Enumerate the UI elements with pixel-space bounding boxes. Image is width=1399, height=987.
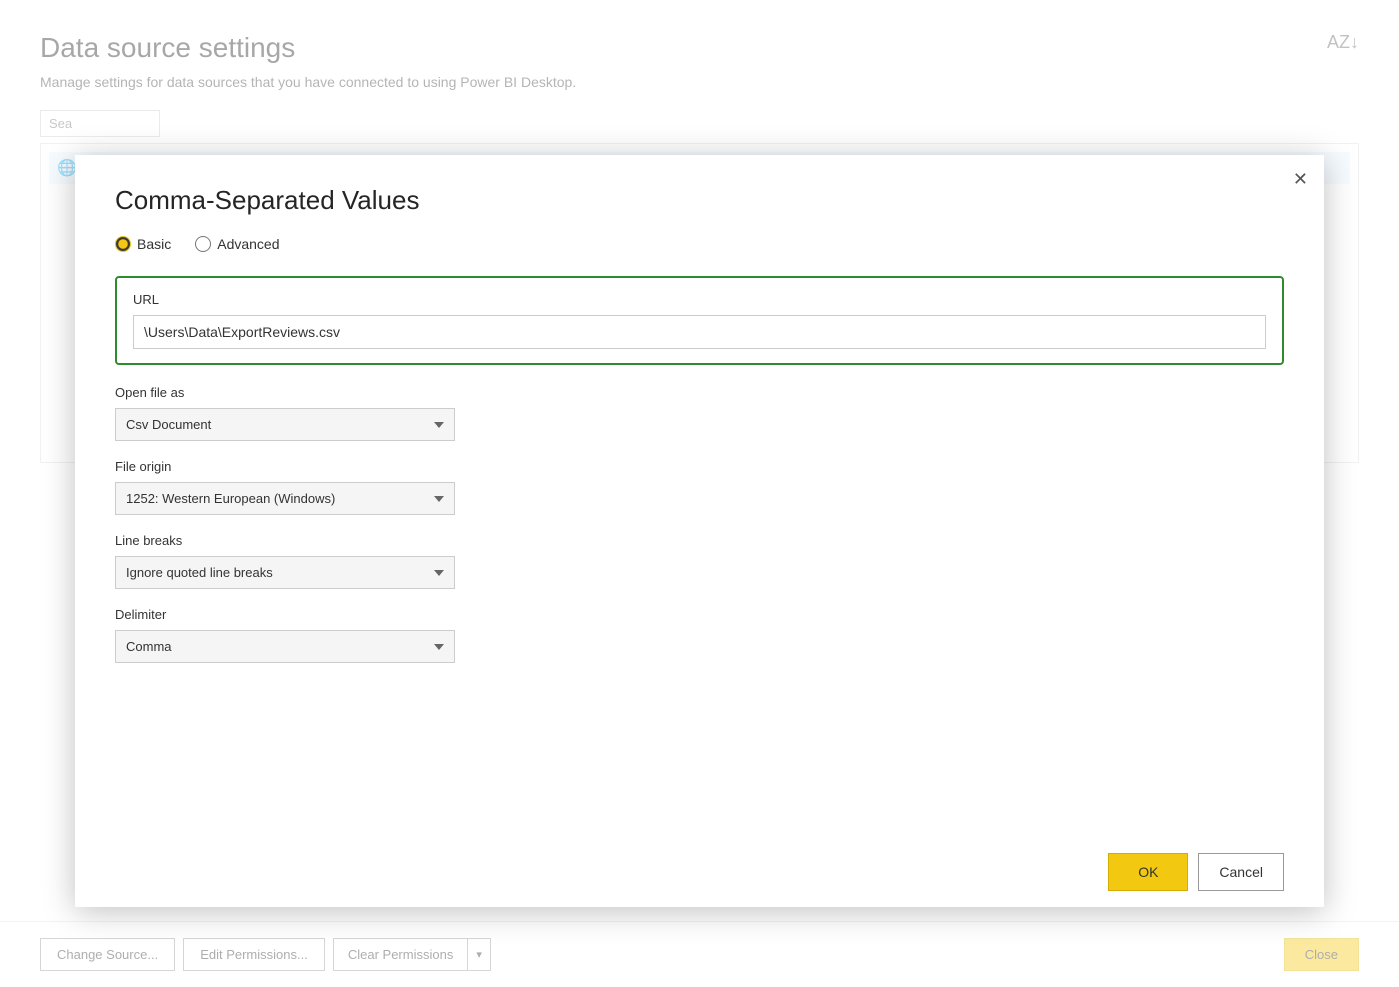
- inner-dialog-body: Comma-Separated Values Basic Advanced UR…: [75, 155, 1324, 837]
- inner-dialog-title: Comma-Separated Values: [115, 185, 1284, 216]
- url-input[interactable]: [133, 315, 1266, 349]
- file-origin-label: File origin: [115, 459, 1284, 474]
- line-breaks-field: Line breaks Ignore quoted line breaks Ap…: [115, 533, 1284, 589]
- open-file-as-select[interactable]: Csv Document Text Document: [115, 408, 455, 441]
- radio-group: Basic Advanced: [115, 236, 1284, 252]
- url-section: URL: [115, 276, 1284, 365]
- delimiter-field: Delimiter Comma Tab Semicolon Space: [115, 607, 1284, 663]
- delimiter-label: Delimiter: [115, 607, 1284, 622]
- line-breaks-label: Line breaks: [115, 533, 1284, 548]
- radio-advanced-option[interactable]: Advanced: [195, 236, 279, 252]
- delimiter-select[interactable]: Comma Tab Semicolon Space: [115, 630, 455, 663]
- radio-basic-label: Basic: [137, 236, 171, 252]
- open-file-as-field: Open file as Csv Document Text Document: [115, 385, 1284, 441]
- file-origin-field: File origin 1252: Western European (Wind…: [115, 459, 1284, 515]
- line-breaks-select[interactable]: Ignore quoted line breaks Apply all line…: [115, 556, 455, 589]
- radio-advanced-input[interactable]: [195, 236, 211, 252]
- radio-basic-option[interactable]: Basic: [115, 236, 171, 252]
- radio-advanced-label: Advanced: [217, 236, 279, 252]
- inner-dialog-footer: OK Cancel: [75, 837, 1324, 907]
- ok-button[interactable]: OK: [1108, 853, 1188, 891]
- inner-dialog-close-button[interactable]: ✕: [1293, 169, 1308, 190]
- inner-dialog: ✕ Comma-Separated Values Basic Advanced …: [75, 155, 1324, 907]
- url-label: URL: [133, 292, 1266, 307]
- cancel-button[interactable]: Cancel: [1198, 853, 1284, 891]
- file-origin-select[interactable]: 1252: Western European (Windows) 65001: …: [115, 482, 455, 515]
- radio-basic-input[interactable]: [115, 236, 131, 252]
- open-file-as-label: Open file as: [115, 385, 1284, 400]
